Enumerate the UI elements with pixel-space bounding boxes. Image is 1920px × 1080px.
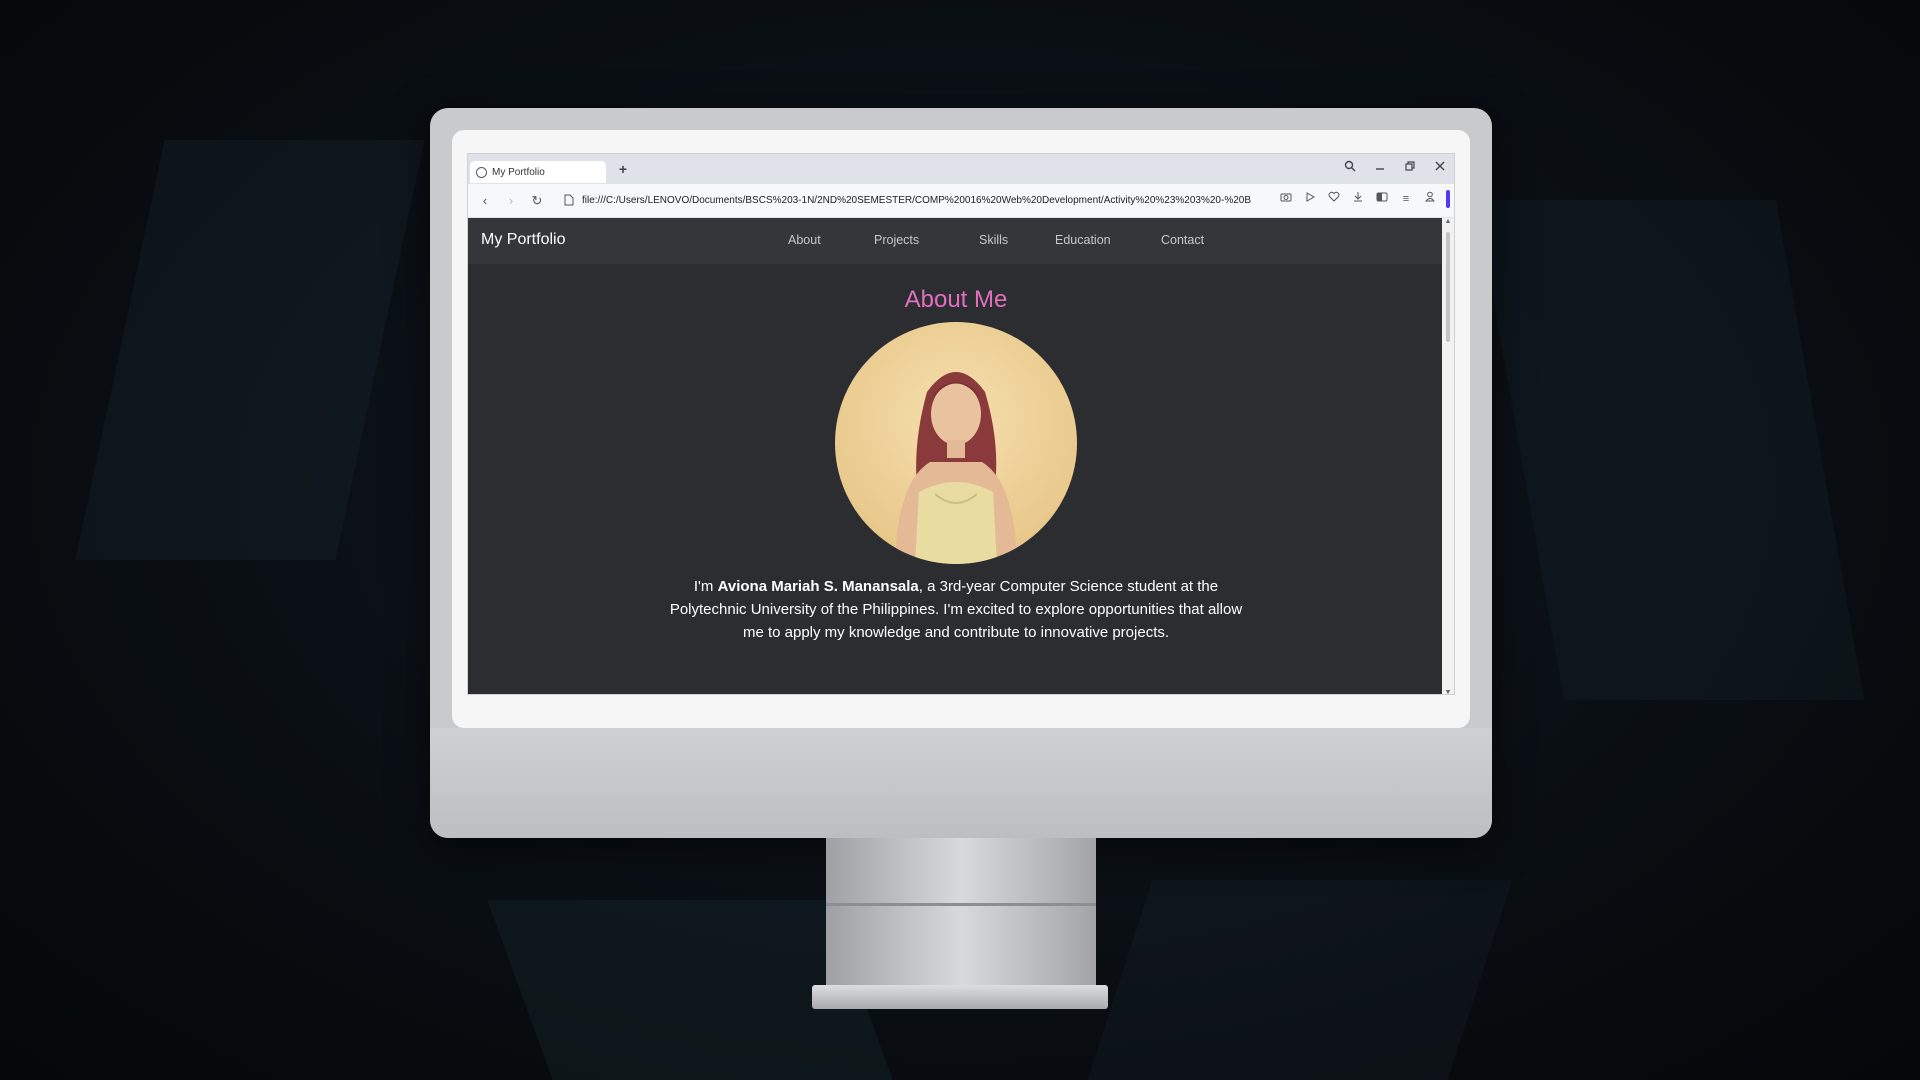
close-icon[interactable] [1432,160,1448,176]
profile-icon[interactable] [1422,191,1438,207]
search-icon[interactable] [1342,160,1358,176]
site-brand[interactable]: My Portfolio [481,231,565,249]
menu-icon[interactable]: ≡ [1398,191,1414,207]
nav-link-projects[interactable]: Projects [874,233,919,247]
minimize-icon[interactable] [1372,160,1388,176]
back-arrow-icon[interactable]: ‹ [474,190,496,212]
heart-icon[interactable] [1326,191,1342,207]
page-icon[interactable] [562,194,576,208]
scrollbar-thumb[interactable] [1446,232,1450,342]
background-shape [1087,880,1513,1080]
new-tab-button[interactable]: + [614,160,632,178]
about-bio: I'm Aviona Mariah S. Manansala, a 3rd-ye… [668,575,1244,644]
toolbar-icons: ≡ [1278,190,1450,208]
url-field[interactable]: file:///C:/Users/LENOVO/Documents/BSCS%2… [582,195,1262,206]
tab-bar: My Portfolio + [468,154,1454,184]
forward-arrow-icon[interactable]: › [500,190,522,212]
camera-icon[interactable] [1278,191,1294,207]
profile-photo [835,322,1077,564]
page-viewport: My Portfolio About Projects Skills Educa… [468,218,1444,694]
monitor-stand-seam [826,903,1096,906]
monitor-stand-neck [826,838,1096,998]
site-navbar: My Portfolio About Projects Skills Educa… [468,218,1444,264]
nav-link-education[interactable]: Education [1055,233,1111,247]
scroll-up-icon[interactable]: ▲ [1444,218,1452,225]
address-bar: ‹ › ↻ file:///C:/Users/LENOVO/Documents/… [468,184,1454,218]
section-title: About Me [904,286,1008,313]
restore-icon[interactable] [1402,160,1418,176]
reload-icon[interactable]: ↻ [526,190,548,212]
browser-window: My Portfolio + ‹ › ↻ file:///C:/Users/LE… [467,153,1455,695]
sidebar-icon[interactable] [1374,191,1390,207]
monitor-stand-base [812,985,1108,1009]
tab-title: My Portfolio [492,166,545,178]
vertical-scrollbar[interactable]: ▲ ▼ [1442,218,1454,694]
window-controls [1342,160,1448,176]
background-shape [75,140,425,560]
nav-link-about[interactable]: About [788,233,821,247]
bio-prefix: I'm [693,578,718,595]
scroll-down-icon[interactable]: ▼ [1444,689,1452,694]
tab-my-portfolio[interactable]: My Portfolio [470,161,606,183]
extension-accent-bar[interactable] [1446,190,1450,208]
monitor-chin [430,728,1492,838]
nav-link-contact[interactable]: Contact [1161,233,1204,247]
nav-link-skills[interactable]: Skills [979,233,1008,247]
globe-icon [476,166,487,178]
download-icon[interactable] [1350,191,1366,207]
play-icon[interactable] [1302,191,1318,207]
bio-name: Aviona Mariah S. Manansala [717,578,919,595]
background-shape [1475,200,1865,700]
